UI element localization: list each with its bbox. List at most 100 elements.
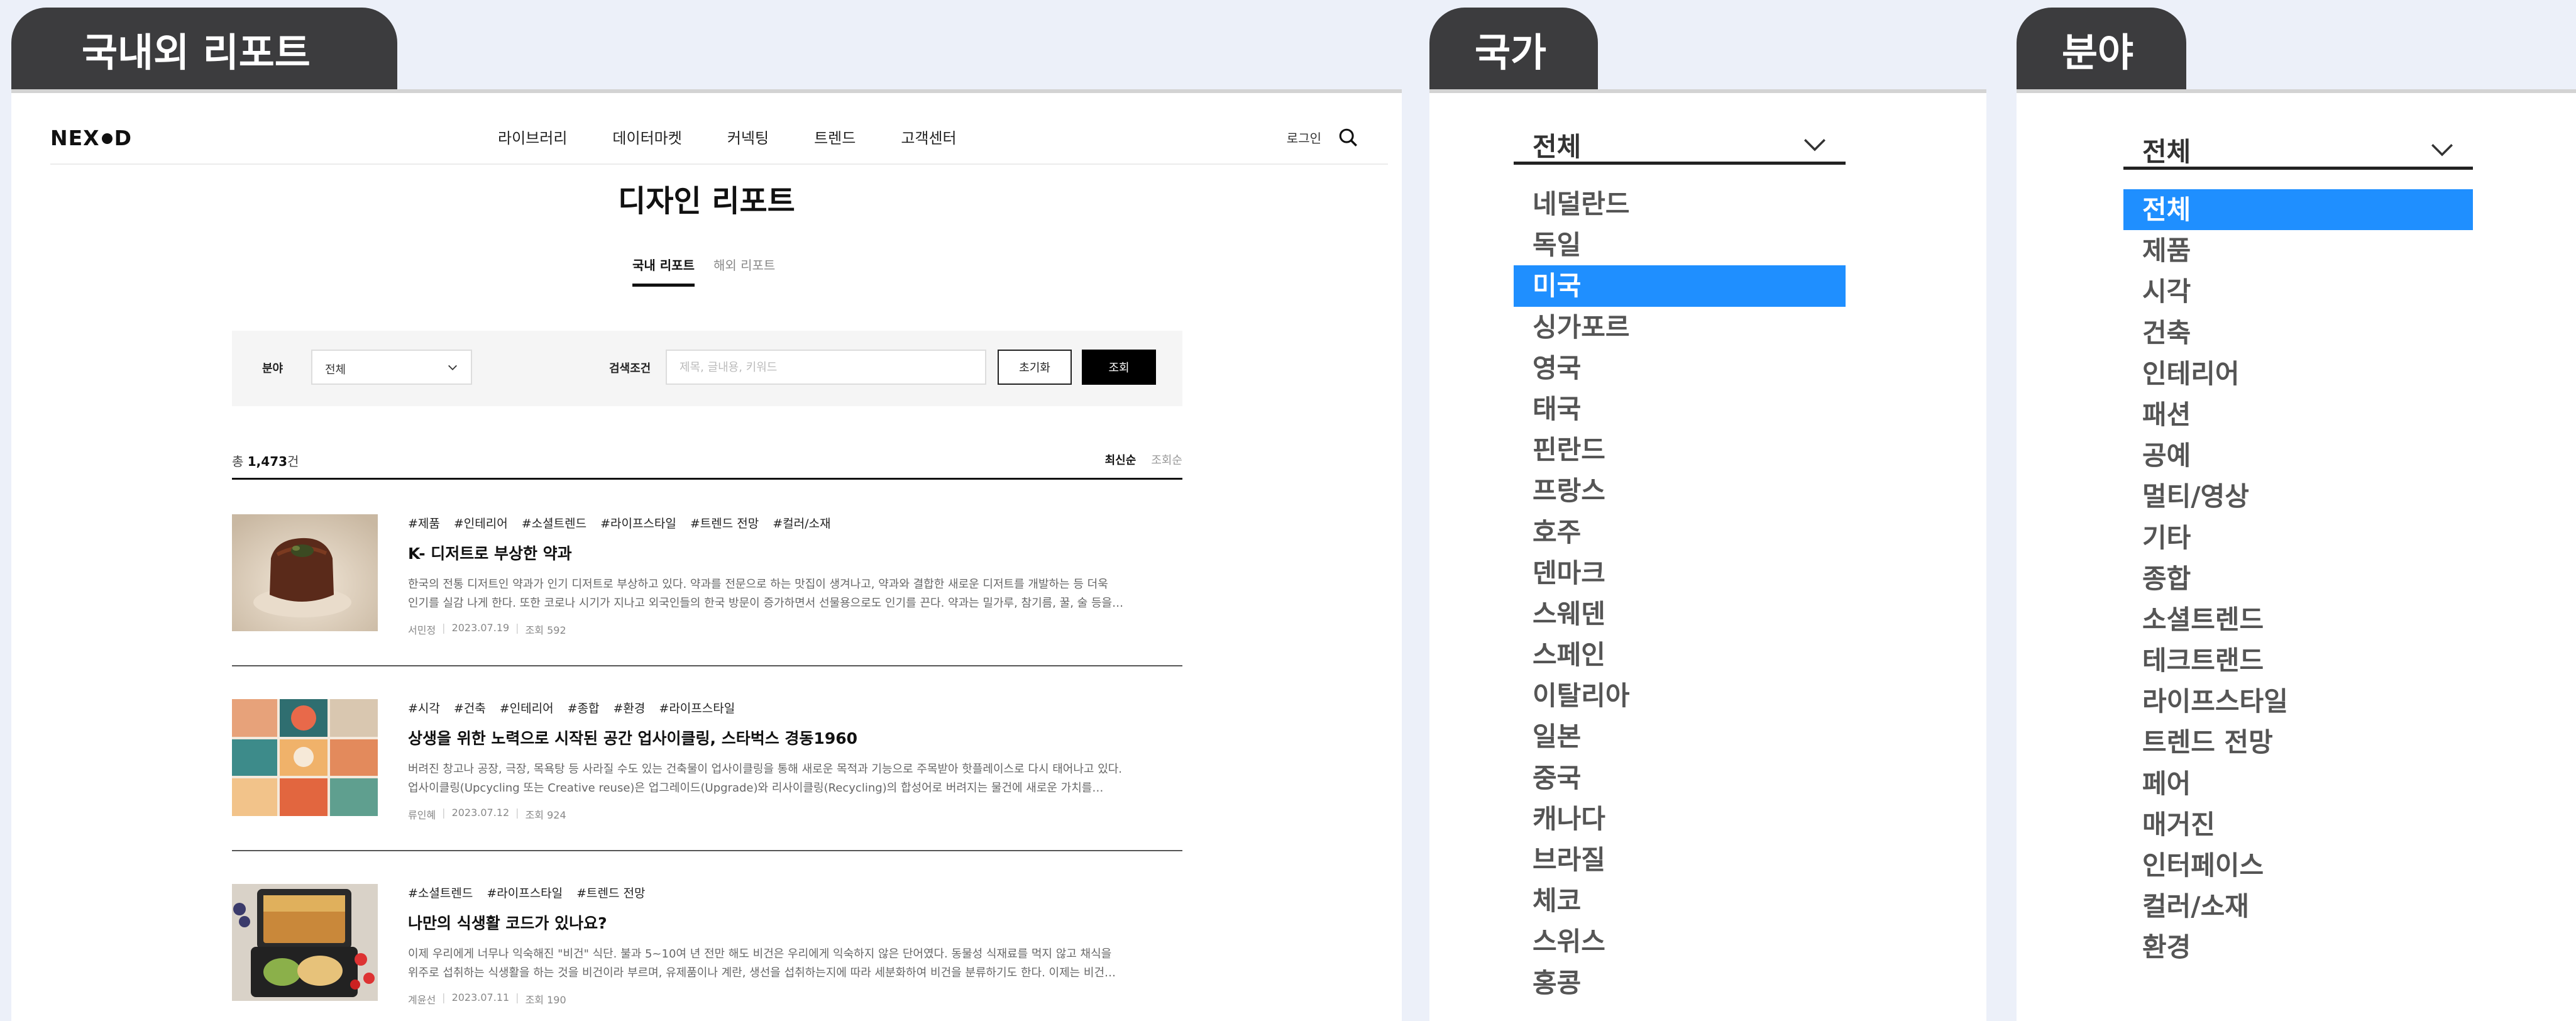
report-tabs: 국내 리포트 해외 리포트 (632, 255, 775, 287)
article-thumbnail-upcycling (232, 699, 378, 816)
article-meta: 계윤선 | 2023.07.11 | 조회 190 (408, 991, 566, 1006)
field-option[interactable]: 제품 (2123, 230, 2473, 271)
tag[interactable]: #라이프스타일 (600, 514, 676, 531)
country-option[interactable]: 이탈리아 (1514, 675, 1846, 716)
list-item[interactable]: #소셜트렌드 #라이프스타일 #트렌드 전망 나만의 식생활 코드가 있나요? … (232, 884, 1182, 1006)
tab-domestic-report[interactable]: 국내 리포트 (632, 255, 695, 287)
tag[interactable]: #시각 (408, 699, 440, 716)
tab-overseas-report[interactable]: 해외 리포트 (713, 255, 775, 287)
sort-views[interactable]: 조회순 (1151, 451, 1182, 468)
article-date: 2023.07.11 (451, 991, 510, 1003)
field-option[interactable]: 건축 (2123, 312, 2473, 353)
tag[interactable]: #소셜트렌드 (522, 514, 586, 531)
reset-button[interactable]: 초기화 (998, 350, 1072, 385)
field-option[interactable]: 매거진 (2123, 804, 2473, 845)
search-input[interactable] (666, 350, 986, 385)
country-option[interactable]: 스페인 (1514, 634, 1846, 675)
field-option[interactable]: 패션 (2123, 394, 2473, 435)
country-option[interactable]: 싱가포르 (1514, 307, 1846, 348)
tag[interactable]: #건축 (454, 699, 486, 716)
country-option[interactable]: 체코 (1514, 880, 1846, 921)
site-logo[interactable]: NEX D (50, 126, 132, 150)
country-select[interactable]: 전체 (1514, 121, 1846, 165)
field-option[interactable]: 트렌드 전망 (2123, 722, 2473, 763)
field-option-selected[interactable]: 전체 (2123, 189, 2473, 231)
article-description: 이제 우리에게 너무나 익숙해진 "비건" 식단. 불과 5~10여 년 전만 … (408, 947, 1116, 980)
country-option[interactable]: 홍콩 (1514, 963, 1846, 1003)
tag[interactable]: #트렌드 전망 (690, 514, 759, 531)
field-option[interactable]: 시각 (2123, 271, 2473, 312)
menu-item-library[interactable]: 라이브러리 (498, 126, 567, 148)
country-option[interactable]: 태국 (1514, 389, 1846, 429)
field-filter-label: 분야 (262, 362, 283, 375)
menu-item-data-market[interactable]: 데이터마켓 (612, 126, 681, 148)
country-option[interactable]: 독일 (1514, 224, 1846, 265)
field-dropdown-panel: 전체 전체 제품 시각 건축 인테리어 패션 공예 멀티/영상 기타 종합 소셜… (2017, 89, 2576, 1021)
article-thumbnail-yakgwa (232, 514, 378, 631)
main-menu: 라이브러리 데이터마켓 커넥팅 트렌드 고객센터 (498, 126, 957, 148)
tag[interactable]: #인테리어 (500, 699, 554, 716)
field-select[interactable]: 전체 (311, 350, 472, 385)
country-option[interactable]: 핀란드 (1514, 429, 1846, 470)
country-option[interactable]: 호주 (1514, 512, 1846, 553)
field-option[interactable]: 컬러/소재 (2123, 886, 2473, 927)
tag[interactable]: #컬러/소재 (773, 514, 830, 531)
country-option-selected[interactable]: 미국 (1514, 265, 1846, 307)
field-option[interactable]: 테크트랜드 (2123, 640, 2473, 681)
login-link[interactable]: 로그인 (1287, 128, 1321, 146)
menu-item-connecting[interactable]: 커넥팅 (727, 126, 769, 148)
list-item[interactable]: #시각 #건축 #인테리어 #종합 #환경 #라이프스타일 상생을 위한 노력으… (232, 699, 1182, 821)
article-meta: 서민정 | 2023.07.19 | 조회 592 (408, 622, 566, 636)
country-option[interactable]: 프랑스 (1514, 470, 1846, 511)
article-tags: #소셜트렌드 #라이프스타일 #트렌드 전망 (408, 884, 1150, 901)
logo-dot-icon (101, 133, 113, 144)
search-icon[interactable] (1338, 127, 1359, 148)
country-option[interactable]: 스위스 (1514, 921, 1846, 962)
field-option[interactable]: 페어 (2123, 763, 2473, 804)
tag[interactable]: #라이프스타일 (487, 884, 563, 901)
article-title[interactable]: 상생을 위한 노력으로 시작된 공간 업사이클링, 스타벅스 경동1960 (408, 726, 1150, 749)
article-title[interactable]: 나만의 식생활 코드가 있나요? (408, 911, 1150, 934)
country-option[interactable]: 중국 (1514, 758, 1846, 798)
tag[interactable]: #인테리어 (454, 514, 508, 531)
country-option[interactable]: 스웨덴 (1514, 593, 1846, 634)
list-top-divider (232, 478, 1182, 480)
tag[interactable]: #트렌드 전망 (576, 884, 645, 901)
country-option[interactable]: 네덜란드 (1514, 184, 1846, 224)
field-dropdown-select[interactable]: 전체 (2123, 126, 2473, 170)
article-tags: #제품 #인테리어 #소셜트렌드 #라이프스타일 #트렌드 전망 #컬러/소재 (408, 514, 1150, 531)
country-option[interactable]: 영국 (1514, 348, 1846, 389)
article-views: 조회 190 (525, 994, 566, 1006)
tag[interactable]: #환경 (614, 699, 646, 716)
field-option[interactable]: 인터페이스 (2123, 845, 2473, 886)
article-views: 조회 924 (525, 809, 566, 821)
tag[interactable]: #라이프스타일 (659, 699, 735, 716)
menu-item-customer-center[interactable]: 고객센터 (901, 126, 956, 148)
field-option[interactable]: 멀티/영상 (2123, 476, 2473, 517)
country-option[interactable]: 캐나다 (1514, 798, 1846, 839)
article-author: 서민정 (408, 624, 436, 636)
article-title[interactable]: K- 디저트로 부상한 약과 (408, 541, 1150, 564)
field-option[interactable]: 소셜트렌드 (2123, 599, 2473, 640)
field-option[interactable]: 인테리어 (2123, 353, 2473, 394)
sort-options: 최신순 조회순 (1105, 451, 1182, 468)
list-item[interactable]: #제품 #인테리어 #소셜트렌드 #라이프스타일 #트렌드 전망 #컬러/소재 … (232, 514, 1182, 636)
field-option[interactable]: 라이프스타일 (2123, 681, 2473, 722)
field-option[interactable]: 종합 (2123, 558, 2473, 599)
chevron-down-icon (448, 365, 457, 370)
tag[interactable]: #종합 (568, 699, 600, 716)
search-button[interactable]: 조회 (1082, 350, 1156, 385)
field-option[interactable]: 공예 (2123, 435, 2473, 476)
field-option[interactable]: 환경 (2123, 927, 2473, 968)
filter-box: 분야 전체 검색조건 초기화 조회 (232, 331, 1182, 406)
country-option[interactable]: 브라질 (1514, 839, 1846, 880)
menu-item-trend[interactable]: 트렌드 (814, 126, 856, 148)
country-option[interactable]: 일본 (1514, 716, 1846, 757)
tag[interactable]: #제품 (408, 514, 440, 531)
global-nav: NEX D 라이브러리 데이터마켓 커넥팅 트렌드 고객센터 로그인 (50, 121, 1388, 165)
tag[interactable]: #소셜트렌드 (408, 884, 473, 901)
field-option[interactable]: 기타 (2123, 517, 2473, 558)
sort-latest[interactable]: 최신순 (1105, 451, 1137, 468)
reports-section-title: 국내외 리포트 (82, 30, 311, 75)
country-option[interactable]: 덴마크 (1514, 553, 1846, 593)
